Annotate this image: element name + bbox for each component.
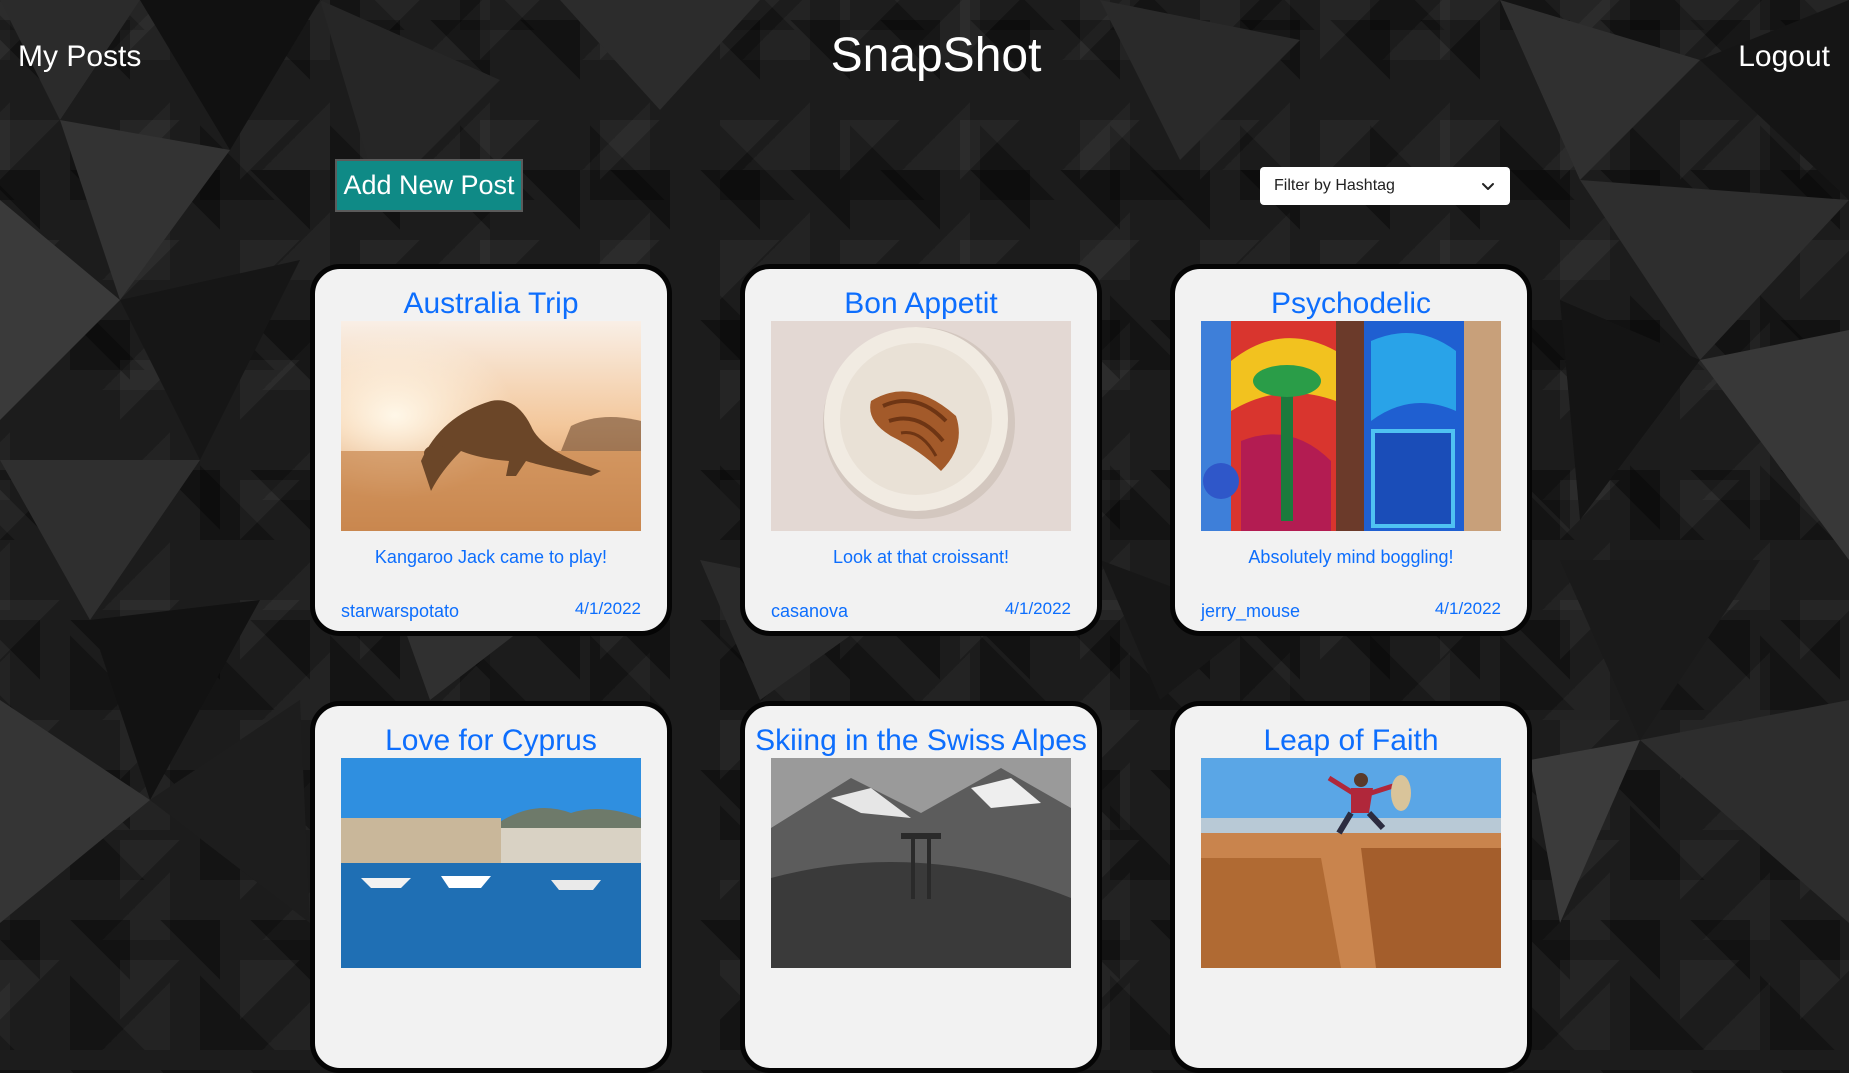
post-title[interactable]: Bon Appetit xyxy=(745,287,1097,321)
top-nav: My Posts SnapShot Logout xyxy=(0,0,1849,110)
alps-photo xyxy=(771,758,1071,968)
post-card[interactable]: Skiing in the Swiss Alpes xyxy=(740,701,1102,1073)
post-title[interactable]: Skiing in the Swiss Alpes xyxy=(745,724,1097,758)
post-author[interactable]: starwarspotato xyxy=(341,601,459,622)
post-image xyxy=(1201,321,1501,531)
chevron-down-icon xyxy=(1482,183,1494,190)
post-date: 4/1/2022 xyxy=(1434,599,1501,618)
post-image xyxy=(771,758,1071,968)
canyon-jump-photo xyxy=(1201,758,1501,968)
post-image xyxy=(771,321,1071,531)
post-title[interactable]: Love for Cyprus xyxy=(315,724,667,758)
post-date: 4/1/2022 xyxy=(574,599,641,618)
kangaroo-photo xyxy=(341,321,641,531)
painted-doors-photo xyxy=(1201,321,1501,531)
post-card[interactable]: Psychodelic Absolutely mind boggling! je… xyxy=(1170,264,1532,636)
post-card[interactable]: Leap of Faith xyxy=(1170,701,1532,1073)
post-author[interactable]: jerry_mouse xyxy=(1201,601,1300,622)
post-date: 4/1/2022 xyxy=(1004,599,1071,618)
post-image xyxy=(341,321,641,531)
post-author[interactable]: casanova xyxy=(771,601,848,622)
hashtag-filter-select[interactable]: Filter by Hashtag xyxy=(1260,167,1510,205)
post-title[interactable]: Australia Trip xyxy=(315,287,667,321)
post-image xyxy=(1201,758,1501,968)
post-card[interactable]: Bon Appetit Look at that croissant! casa… xyxy=(740,264,1102,636)
add-new-post-button[interactable]: Add New Post xyxy=(335,159,523,212)
post-card[interactable]: Love for Cyprus xyxy=(310,701,672,1073)
post-card[interactable]: Australia Trip Kangaroo Jack came to pla… xyxy=(310,264,672,636)
post-image xyxy=(341,758,641,968)
post-caption: Look at that croissant! xyxy=(832,547,1010,567)
post-caption: Kangaroo Jack came to play! xyxy=(374,547,608,567)
post-title[interactable]: Leap of Faith xyxy=(1175,724,1527,758)
brand-title: SnapShot xyxy=(830,29,1042,82)
filter-select-label: Filter by Hashtag xyxy=(1274,177,1395,194)
post-caption: Absolutely mind boggling! xyxy=(1248,547,1454,567)
croissant-photo xyxy=(771,321,1071,531)
post-title[interactable]: Psychodelic xyxy=(1175,287,1527,321)
harbor-photo xyxy=(341,758,641,968)
logout-link[interactable]: Logout xyxy=(1738,40,1830,74)
